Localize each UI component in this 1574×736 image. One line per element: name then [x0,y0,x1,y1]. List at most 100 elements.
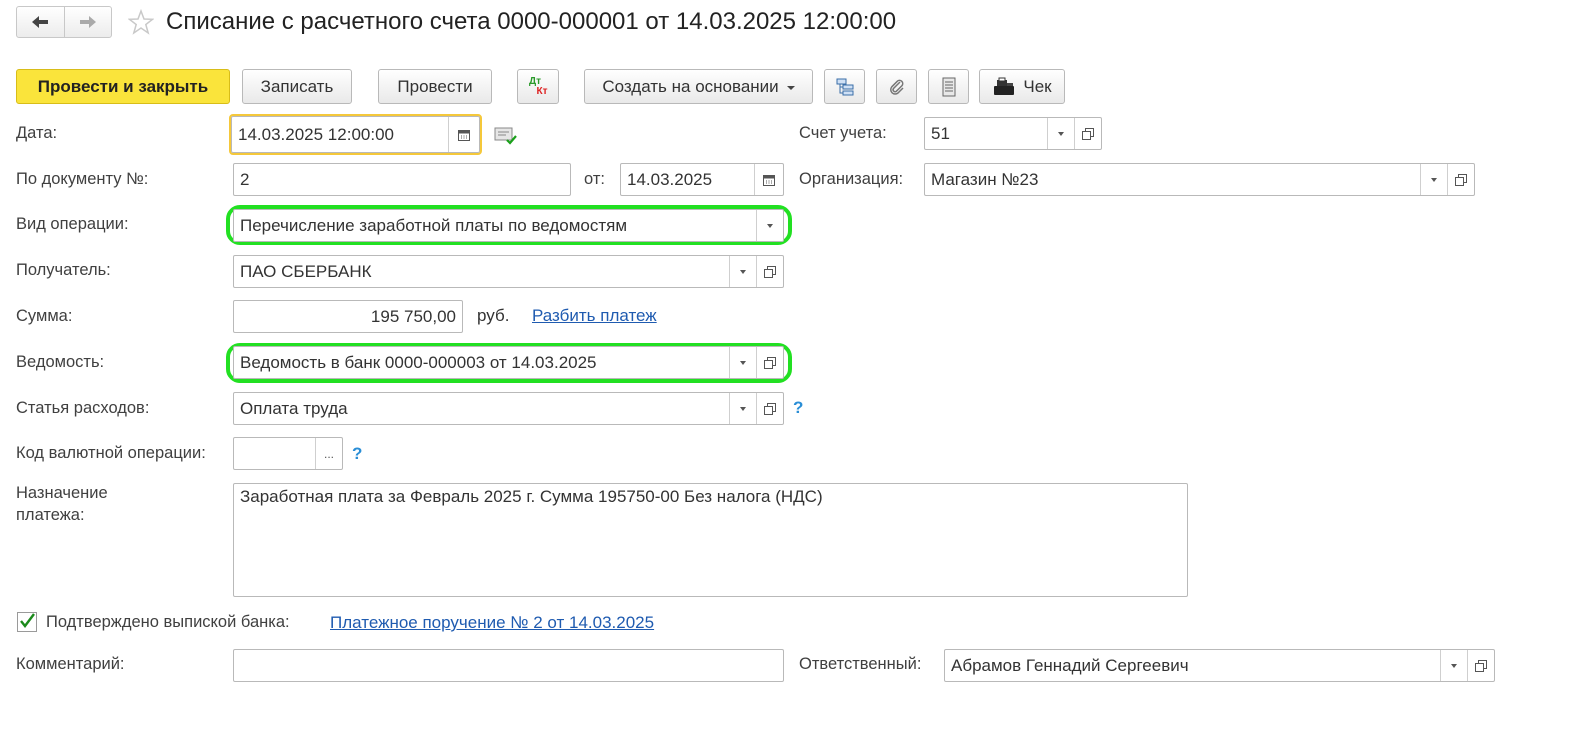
back-button[interactable] [17,7,64,37]
from-date-label: от: [584,170,605,188]
paperclip-icon [889,79,904,95]
currency-code-field[interactable]: ... [233,437,343,470]
dropdown-arrow-icon [767,223,773,228]
statement-value: Ведомость в банк 0000-000003 от 14.03.20… [240,352,597,372]
nav-buttons [16,6,112,38]
account-open-button[interactable] [1074,118,1101,149]
organization-value: Магазин №23 [931,169,1039,189]
purpose-label-line2: платежа: [16,506,85,524]
from-date-value: 14.03.2025 [627,169,713,189]
attach-button[interactable] [876,69,917,104]
receipt-button[interactable]: Чек [979,69,1065,104]
sum-field[interactable]: 195 750,00 [233,300,463,333]
open-window-icon [764,356,776,369]
create-based-on-button[interactable]: Создать на основании [584,69,813,104]
dropdown-arrow-icon [740,360,746,365]
currency-code-label: Код валютной операции: [16,444,206,462]
structure-button[interactable] [824,69,865,104]
favorite-star-icon[interactable] [127,8,155,35]
expense-help-icon[interactable]: ? [793,398,803,418]
organization-dropdown-button[interactable] [1420,164,1447,195]
open-window-icon [1455,173,1467,186]
currency-label: руб. [477,306,510,325]
doc-number-field[interactable]: 2 [233,163,571,196]
responsible-dropdown-button[interactable] [1440,650,1467,681]
sum-label: Сумма: [16,307,73,325]
account-field[interactable]: 51 [924,117,1102,150]
comment-value [234,650,783,681]
confirmed-label: Подтверждено выпиской банка: [46,613,290,631]
document-list-icon [942,77,955,96]
structure-icon [836,78,853,95]
organization-label: Организация: [799,170,904,188]
recipient-value: ПАО СБЕРБАНК [240,261,372,281]
document-status-icon[interactable] [494,126,518,151]
recipient-field[interactable]: ПАО СБЕРБАНК [233,255,784,288]
calendar-icon [458,129,470,141]
expense-item-field[interactable]: Оплата труда [233,392,784,425]
operation-type-label: Вид операции: [16,215,129,233]
recipient-open-button[interactable] [756,256,783,287]
arrow-left-icon [32,16,49,28]
expense-open-button[interactable] [756,393,783,424]
report-button[interactable] [928,69,969,104]
dropdown-arrow-icon [1431,177,1437,182]
dropdown-arrow-icon [740,269,746,274]
responsible-field[interactable]: Абрамов Геннадий Сергеевич [944,649,1495,682]
date-label: Дата: [16,124,58,142]
dropdown-arrow-icon [1451,663,1457,668]
operation-type-field[interactable]: Перечисление заработной платы по ведомос… [233,209,784,242]
recipient-label: Получатель: [16,261,111,279]
from-date-field[interactable]: 14.03.2025 [620,163,784,196]
open-window-icon [1082,127,1094,140]
open-window-icon [1475,659,1487,672]
receipt-label: Чек [1023,76,1052,96]
operation-type-value: Перечисление заработной платы по ведомос… [240,215,628,235]
comment-label: Комментарий: [16,655,125,673]
operation-type-dropdown-button[interactable] [756,210,783,241]
create-based-on-label: Создать на основании [602,76,779,96]
currency-code-value [234,438,315,469]
doc-number-value: 2 [240,169,250,189]
forward-button[interactable] [63,7,112,37]
checkmark-icon [20,613,35,628]
arrow-right-icon [79,16,96,28]
confirmed-checkbox[interactable] [17,612,37,632]
split-payment-link[interactable]: Разбить платеж [532,306,657,326]
post-and-close-button[interactable]: Провести и закрыть [16,69,230,104]
statement-open-button[interactable] [756,347,783,378]
currency-code-help-icon[interactable]: ? [352,444,362,464]
expense-item-label: Статья расходов: [16,399,150,417]
dropdown-arrow-icon [740,406,746,411]
statement-field[interactable]: Ведомость в банк 0000-000003 от 14.03.20… [233,346,784,379]
responsible-value: Абрамов Геннадий Сергеевич [951,655,1189,675]
responsible-open-button[interactable] [1467,650,1494,681]
statement-label: Ведомость: [16,353,105,371]
recipient-dropdown-button[interactable] [729,256,756,287]
account-label: Счет учета: [799,124,887,142]
organization-open-button[interactable] [1447,164,1474,195]
account-dropdown-button[interactable] [1047,118,1074,149]
currency-code-select-button[interactable]: ... [315,438,342,469]
organization-field[interactable]: Магазин №23 [924,163,1475,196]
save-button[interactable]: Записать [242,69,352,104]
comment-field[interactable] [233,649,784,682]
page-title: Списание с расчетного счета 0000-000001 … [166,8,897,35]
purpose-textarea[interactable]: Заработная плата за Февраль 2025 г. Сумм… [233,483,1188,597]
expense-item-value: Оплата труда [240,398,348,418]
sum-value: 195 750,00 [370,306,456,326]
payment-order-link[interactable]: Платежное поручение № 2 от 14.03.2025 [330,613,654,633]
purpose-label-line1: Назначение [16,484,108,502]
open-window-icon [764,402,776,415]
statement-dropdown-button[interactable] [729,347,756,378]
cash-register-icon [994,77,1015,95]
calendar-button[interactable] [448,117,479,152]
post-button[interactable]: Провести [378,69,492,104]
dropdown-arrow-icon [1058,131,1064,136]
date-field[interactable]: 14.03.2025 12:00:00 [229,114,482,155]
calendar-icon [763,174,775,186]
dt-kt-button[interactable]: Дт Кт [517,69,559,104]
doc-number-label: По документу №: [16,170,149,188]
calendar-button-2[interactable] [754,164,783,195]
expense-dropdown-button[interactable] [729,393,756,424]
